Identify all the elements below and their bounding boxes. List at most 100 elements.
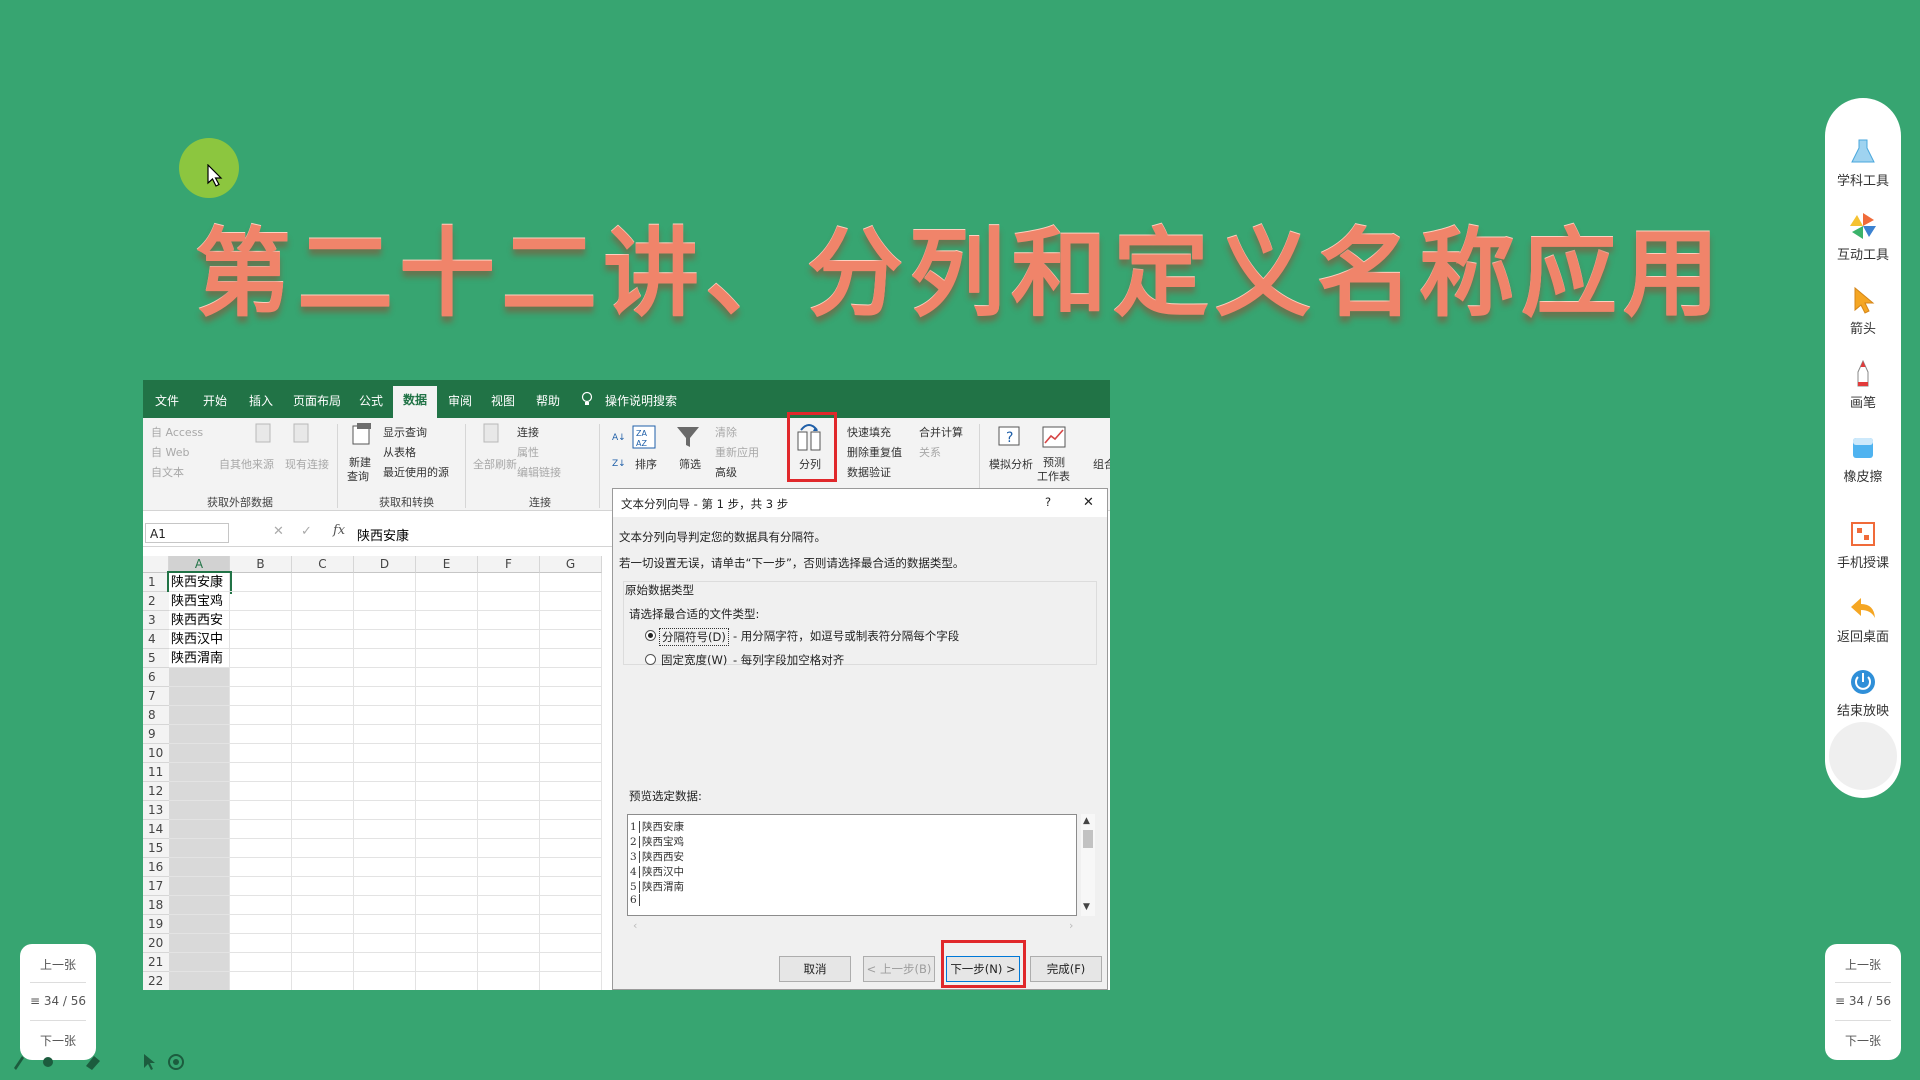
- row-header[interactable]: 5: [143, 649, 169, 668]
- grid-cell[interactable]: [478, 573, 540, 592]
- what-if-analysis-button[interactable]: 模拟分析: [989, 456, 1033, 472]
- data-preview[interactable]: 1 陕西安康 2 陕西宝鸡 3 陕西西安 4 陕西汉中 5 陕西渭南 6: [627, 814, 1077, 916]
- grid-cell[interactable]: [354, 782, 416, 801]
- next-slide-button[interactable]: 下一张: [20, 1032, 96, 1049]
- clear-button[interactable]: 清除: [715, 424, 737, 440]
- grid-cell[interactable]: [354, 668, 416, 687]
- grid-cell[interactable]: [478, 687, 540, 706]
- grid-cell[interactable]: [540, 877, 602, 896]
- grid-cell[interactable]: [230, 915, 292, 934]
- tab-help[interactable]: 帮助: [536, 392, 560, 409]
- column-header[interactable]: E: [416, 556, 478, 573]
- column-header[interactable]: B: [230, 556, 292, 573]
- grid-cell[interactable]: [292, 687, 354, 706]
- grid-cell[interactable]: 陕西西安: [169, 611, 230, 630]
- grid-cell[interactable]: [354, 820, 416, 839]
- properties-button[interactable]: 属性: [517, 444, 539, 460]
- enter-icon[interactable]: ✓: [301, 524, 312, 539]
- grid-cell[interactable]: [416, 858, 478, 877]
- from-text-button[interactable]: 自文本: [151, 464, 184, 480]
- scroll-up-icon[interactable]: ▲: [1083, 816, 1090, 826]
- tab-formulas[interactable]: 公式: [359, 392, 383, 409]
- forecast-sheet-button-line2[interactable]: 工作表: [1037, 468, 1070, 484]
- grid-cell[interactable]: [354, 630, 416, 649]
- grid-cell[interactable]: [169, 839, 230, 858]
- cancel-icon[interactable]: ✕: [273, 524, 284, 539]
- grid-cell[interactable]: [169, 915, 230, 934]
- grid-cell[interactable]: [416, 934, 478, 953]
- pen-icon[interactable]: [14, 1056, 24, 1070]
- grid-cell[interactable]: [230, 573, 292, 592]
- delimited-label[interactable]: 分隔符号(D): [659, 628, 729, 646]
- connections-button[interactable]: 连接: [517, 424, 539, 440]
- grid-cell[interactable]: [354, 763, 416, 782]
- grid-cell[interactable]: [292, 915, 354, 934]
- consolidate-button[interactable]: 合并计算: [919, 424, 963, 440]
- grid-cell[interactable]: [230, 611, 292, 630]
- grid-cell[interactable]: [292, 820, 354, 839]
- relationships-button[interactable]: 关系: [919, 444, 941, 460]
- formula-input[interactable]: 陕西安康: [357, 525, 409, 544]
- grid-cell[interactable]: [354, 915, 416, 934]
- tab-page-layout[interactable]: 页面布局: [293, 392, 341, 409]
- grid-cell[interactable]: [292, 782, 354, 801]
- grid-cell[interactable]: [354, 573, 416, 592]
- edit-links-button[interactable]: 编辑链接: [517, 464, 561, 480]
- recent-sources-button[interactable]: 最近使用的源: [383, 464, 449, 480]
- grid-cell[interactable]: [416, 877, 478, 896]
- grid-cell[interactable]: [169, 782, 230, 801]
- grid-cell[interactable]: [354, 953, 416, 972]
- grid-cell[interactable]: [230, 782, 292, 801]
- grid-cell[interactable]: [169, 706, 230, 725]
- scroll-right-icon[interactable]: ›: [1069, 919, 1073, 932]
- grid-cell[interactable]: [540, 649, 602, 668]
- grid-cell[interactable]: [230, 725, 292, 744]
- grid-cell[interactable]: [540, 782, 602, 801]
- grid-cell[interactable]: [354, 858, 416, 877]
- grid-cell[interactable]: [478, 630, 540, 649]
- grid-cell[interactable]: 陕西汉中: [169, 630, 230, 649]
- grid-cell[interactable]: [540, 801, 602, 820]
- grid-cell[interactable]: [416, 630, 478, 649]
- eraser-icon[interactable]: [86, 1056, 100, 1070]
- grid-cell[interactable]: [169, 858, 230, 877]
- grid-cell[interactable]: [354, 839, 416, 858]
- grid-cell[interactable]: [416, 649, 478, 668]
- grid-cell[interactable]: [416, 611, 478, 630]
- grid-cell[interactable]: [478, 725, 540, 744]
- tab-view[interactable]: 视图: [491, 392, 515, 409]
- grid-cell[interactable]: [416, 725, 478, 744]
- advanced-button[interactable]: 高级: [715, 464, 737, 480]
- reapply-button[interactable]: 重新应用: [715, 444, 759, 460]
- grid-cell[interactable]: [169, 820, 230, 839]
- grid-cell[interactable]: [478, 839, 540, 858]
- grid-cell[interactable]: [169, 972, 230, 990]
- row-header[interactable]: 3: [143, 611, 169, 630]
- row-header[interactable]: 15: [143, 839, 169, 858]
- grid-cell[interactable]: [292, 668, 354, 687]
- grid-cell[interactable]: [292, 839, 354, 858]
- grid-cell[interactable]: [540, 725, 602, 744]
- grid-cell[interactable]: [230, 839, 292, 858]
- existing-connections-button[interactable]: 现有连接: [285, 456, 329, 472]
- grid-cell[interactable]: [292, 592, 354, 611]
- grid-cell[interactable]: [230, 630, 292, 649]
- preview-scrollbar[interactable]: ▲ ▼: [1081, 814, 1095, 916]
- grid-cell[interactable]: [478, 592, 540, 611]
- grid-cell[interactable]: [292, 630, 354, 649]
- grid-cell[interactable]: [416, 820, 478, 839]
- other-sources-button[interactable]: 自其他来源: [219, 456, 274, 472]
- grid-cell[interactable]: [354, 725, 416, 744]
- grid-cell[interactable]: [416, 953, 478, 972]
- grid-cell[interactable]: 陕西安康: [167, 571, 232, 594]
- grid-cell[interactable]: [354, 934, 416, 953]
- row-header[interactable]: 2: [143, 592, 169, 611]
- grid-cell[interactable]: [230, 649, 292, 668]
- fixed-width-label[interactable]: 固定宽度(W): [661, 652, 727, 668]
- grid-cell[interactable]: [478, 668, 540, 687]
- grid-cell[interactable]: [540, 592, 602, 611]
- scroll-down-icon[interactable]: ▼: [1083, 902, 1090, 912]
- grid-cell[interactable]: [230, 953, 292, 972]
- grid-cell[interactable]: [478, 972, 540, 990]
- pointer-icon[interactable]: [144, 1054, 155, 1070]
